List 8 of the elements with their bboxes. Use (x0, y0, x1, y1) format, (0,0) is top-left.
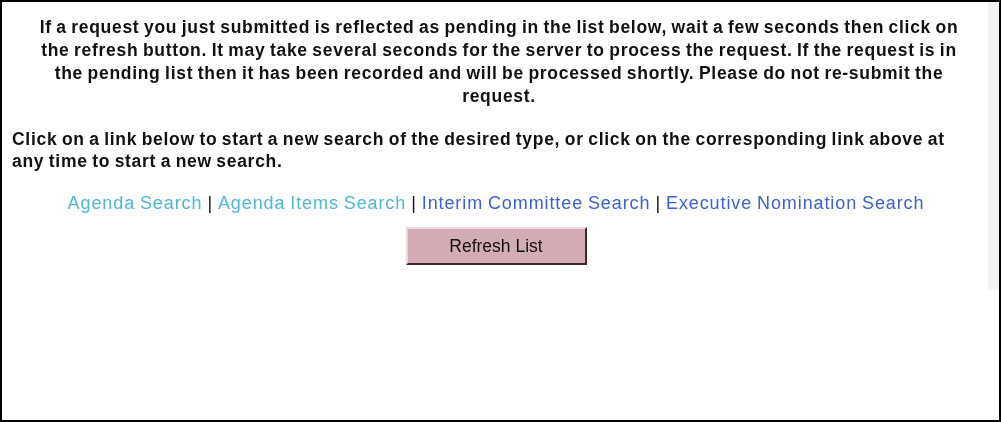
separator: | (207, 193, 213, 213)
separator: | (655, 193, 661, 213)
notice-text: If a request you just submitted is reflected as pending in the list below, wait a few seconds then click on the refresh button. It may take several seconds for the server to process the request. If the request is in the pending list then it has been recorded and will be processed shortly. Please do not re-submit the request. (38, 16, 960, 108)
search-link[interactable]: Interim Committee Search (421, 193, 651, 213)
separator: | (411, 193, 417, 213)
search-link[interactable]: Executive Nomination Search (666, 193, 925, 213)
instructions-text: Click on a link below to start a new search of the desired type, or click on the corresponding link above at any time to start a new search. (12, 128, 946, 172)
refresh-list-button[interactable]: Refresh List (405, 227, 587, 265)
